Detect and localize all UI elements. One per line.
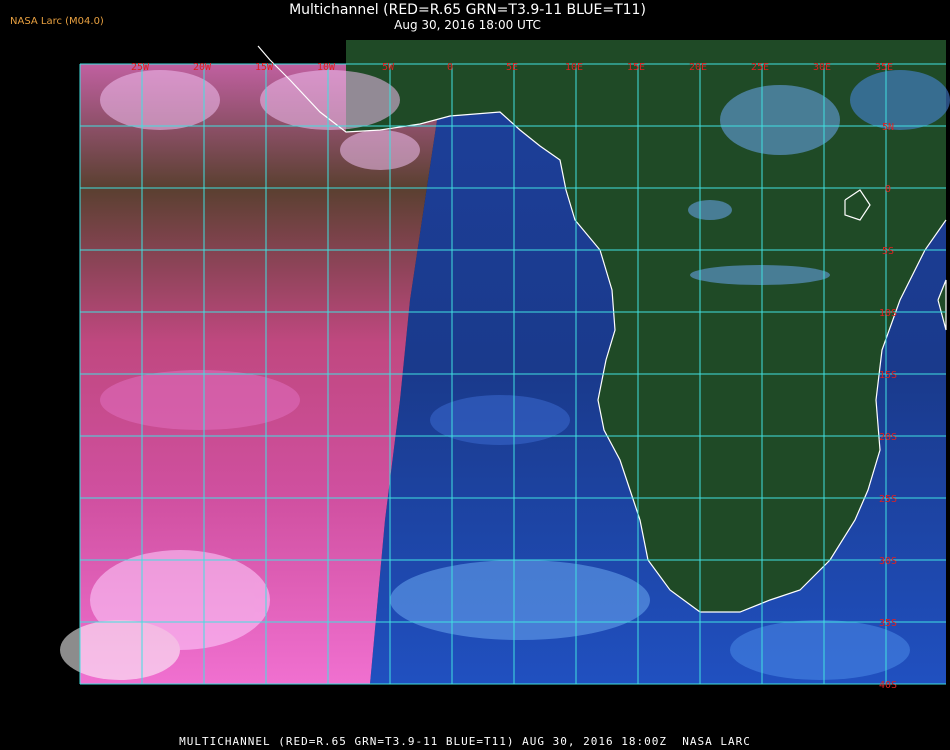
latitude-label: 20S bbox=[879, 432, 897, 443]
longitude-label: 20W bbox=[193, 62, 212, 73]
latitude-label: 35S bbox=[879, 618, 897, 629]
footer-caption: MULTICHANNEL (RED=R.65 GRN=T3.9-11 BLUE=… bbox=[179, 735, 751, 748]
longitude-label: 0 bbox=[447, 62, 453, 73]
longitude-label: 20E bbox=[689, 62, 707, 73]
latitude-label: 10S bbox=[879, 308, 897, 319]
longitude-label: 10E bbox=[565, 62, 583, 73]
latitude-label: 0 bbox=[885, 184, 891, 195]
longitude-label: 15W bbox=[255, 62, 274, 73]
longitude-label: 15E bbox=[627, 62, 645, 73]
latitude-label: 5S bbox=[882, 246, 894, 257]
latitude-label: 25S bbox=[879, 494, 897, 505]
latitude-label: 40S bbox=[879, 680, 897, 691]
longitude-label: 35E bbox=[875, 62, 893, 73]
latitude-label: 30S bbox=[879, 556, 897, 567]
longitude-label: 5E bbox=[506, 62, 518, 73]
latitude-label: 5N bbox=[882, 122, 894, 133]
longitude-label: 10W bbox=[317, 62, 336, 73]
longitude-label: 25E bbox=[751, 62, 769, 73]
latitude-label: 15S bbox=[879, 370, 897, 381]
longitude-label: 30E bbox=[813, 62, 831, 73]
longitude-label: 5W bbox=[382, 62, 395, 73]
satellite-map: 25W 20W 15W 10W 5W 0 5E 10E 15E 20E 25E 30E 35E 5N 0 5… bbox=[60, 40, 950, 728]
longitude-label: 25W bbox=[131, 62, 150, 73]
